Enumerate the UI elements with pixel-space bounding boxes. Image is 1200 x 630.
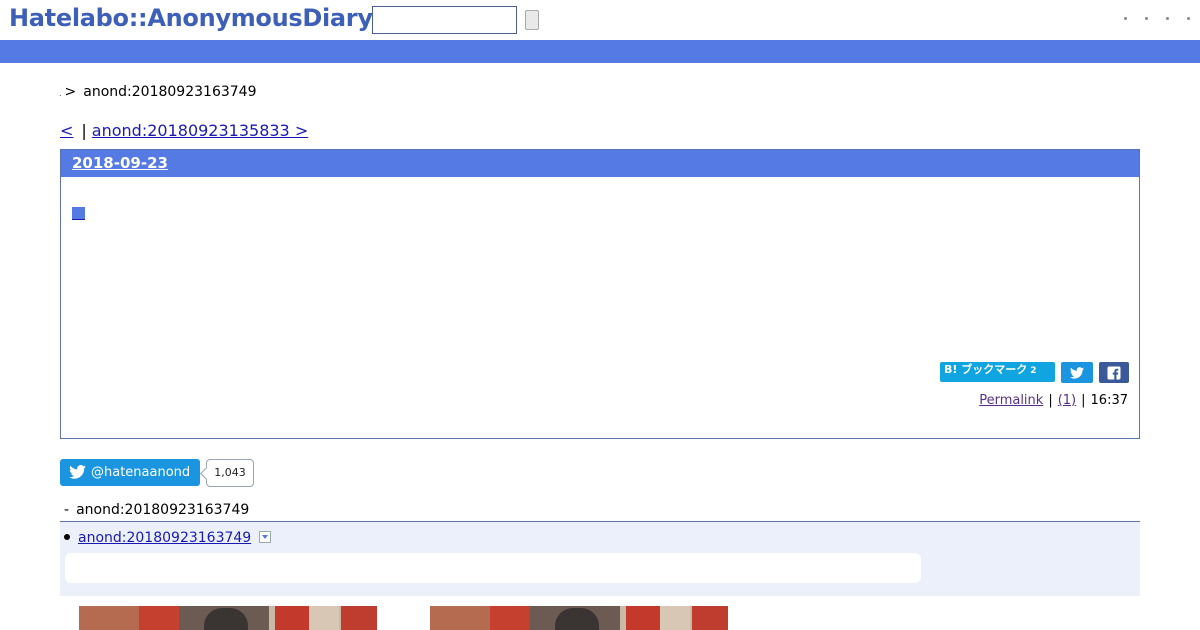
meta-divider: | <box>1081 393 1086 408</box>
entry-meta: Permalink | (1) | 16:37 <box>979 393 1128 408</box>
diary-day-section: 2018-09-23 B! ブックマーク 2 Permalink | (1) | 16:3… <box>60 149 1140 439</box>
search-input[interactable] <box>372 6 517 34</box>
ad-thumbnail-image[interactable] <box>430 606 728 630</box>
follow-label: @hatenaanond <box>91 465 191 480</box>
breadcrumb-current: anond:20180923163749 <box>83 84 257 100</box>
header-link-2[interactable] <box>1145 17 1148 20</box>
header-link-3[interactable] <box>1166 17 1169 20</box>
square-section-icon[interactable] <box>72 207 85 220</box>
site-header: Hatelabo::AnonymousDiary <box>0 0 1200 40</box>
references-title-text: anond:20180923163749 <box>76 502 250 518</box>
bookmark-count: 2 <box>1030 366 1037 376</box>
permalink-link[interactable]: Permalink <box>979 393 1043 408</box>
search-button[interactable] <box>525 10 539 30</box>
references-title: - anond:20180923163749 <box>64 502 249 518</box>
entry-time: 16:37 <box>1090 393 1128 408</box>
header-link-1[interactable] <box>1124 17 1127 20</box>
dropdown-toggle-icon[interactable] <box>259 531 272 543</box>
pager-divider: | <box>81 121 87 140</box>
facebook-share-button[interactable] <box>1099 362 1129 383</box>
twitter-follow-button[interactable]: @hatenaanond <box>60 459 200 486</box>
comments-link[interactable]: (1) <box>1058 393 1076 408</box>
reference-link[interactable]: anond:20180923163749 <box>78 530 251 546</box>
bullet-icon <box>64 534 70 540</box>
reference-snippet <box>65 553 921 583</box>
tweet-button[interactable] <box>1061 362 1093 383</box>
list-item: anond:20180923163749 <box>64 530 272 546</box>
next-entry-link[interactable]: anond:20180923135833 > <box>92 121 308 140</box>
breadcrumb: . > anond:20180923163749 <box>59 84 256 100</box>
prev-entry-link[interactable]: < <box>60 121 73 140</box>
header-menu-links[interactable] <box>1124 17 1190 20</box>
bookmark-label: B! ブックマーク <box>944 363 1028 376</box>
references-title-prefix: - <box>64 502 70 518</box>
day-header: 2018-09-23 <box>61 150 1139 177</box>
breadcrumb-separator: > <box>64 84 77 100</box>
header-link-4[interactable] <box>1187 17 1190 20</box>
site-logo[interactable]: Hatelabo::AnonymousDiary <box>9 4 373 32</box>
ad-thumbnail-image[interactable] <box>79 606 377 630</box>
follower-count-badge[interactable]: 1,043 <box>206 459 254 487</box>
twitter-icon <box>1070 366 1084 379</box>
twitter-icon <box>69 465 86 479</box>
hatena-bookmark-button[interactable]: B! ブックマーク 2 <box>940 362 1055 382</box>
entry-pager: < | anond:20180923135833 > <box>60 121 308 140</box>
references-box: anond:20180923163749 <box>60 521 1140 596</box>
meta-divider: | <box>1048 393 1053 408</box>
breadcrumb-home-link[interactable]: . <box>59 89 62 98</box>
facebook-icon <box>1107 366 1121 379</box>
header-band <box>0 40 1200 63</box>
day-date-link[interactable]: 2018-09-23 <box>72 154 168 172</box>
